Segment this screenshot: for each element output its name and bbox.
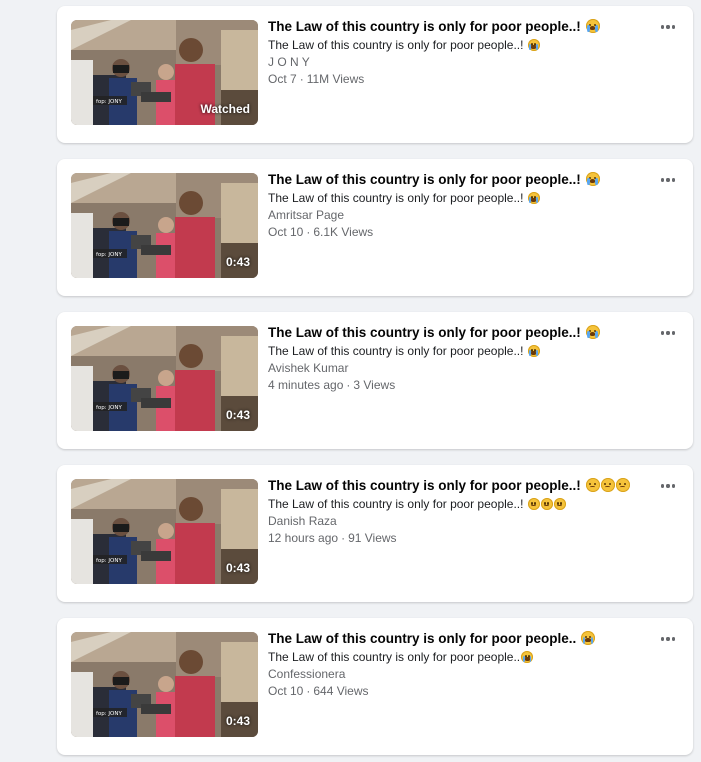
video-thumbnail[interactable]: fop: JONY 0:43: [71, 632, 258, 737]
video-meta: 12 hours ago · 91 Views: [268, 531, 397, 545]
video-description: The Law of this country is only for poor…: [268, 649, 653, 666]
video-description: The Law of this country is only for poor…: [268, 190, 653, 207]
video-author[interactable]: Avishek Kumar: [268, 360, 653, 377]
video-card[interactable]: fop: JONY 0:43 The Law of this country i…: [57, 465, 693, 602]
duration-badge: 0:43: [225, 255, 250, 269]
video-title[interactable]: The Law of this country is only for poor…: [268, 324, 653, 342]
video-date: 4 minutes ago: [268, 378, 344, 392]
video-date: Oct 7: [268, 72, 297, 86]
thumbnail-caption: fop: JONY: [96, 405, 122, 411]
video-title[interactable]: The Law of this country is only for poor…: [268, 477, 653, 495]
loudly-crying-face-icon: [521, 651, 534, 663]
video-info: The Law of this country is only for poor…: [268, 630, 653, 700]
duration-badge: 0:43: [225, 408, 250, 422]
video-description: The Law of this country is only for poor…: [268, 496, 653, 513]
video-views: 3 Views: [353, 378, 396, 392]
video-info: The Law of this country is only for poor…: [268, 18, 653, 88]
video-views: 91 Views: [348, 531, 397, 545]
video-info: The Law of this country is only for poor…: [268, 324, 653, 394]
video-info: The Law of this country is only for poor…: [268, 171, 653, 241]
more-options-icon[interactable]: [657, 475, 679, 497]
video-author[interactable]: Amritsar Page: [268, 207, 653, 224]
video-views: 11M Views: [306, 72, 365, 86]
thumbnail-caption: fop: JONY: [96, 558, 122, 564]
loudly-crying-face-icon: [527, 345, 540, 357]
video-author[interactable]: J O N Y: [268, 54, 653, 71]
loudly-crying-face-icon: [585, 325, 600, 339]
loudly-crying-face-icon: [581, 631, 596, 645]
video-description: The Law of this country is only for poor…: [268, 343, 653, 360]
more-options-icon[interactable]: [657, 169, 679, 191]
sad-face-icon: [540, 498, 553, 510]
more-options-icon[interactable]: [657, 322, 679, 344]
video-title[interactable]: The Law of this country is only for poor…: [268, 171, 653, 189]
thumbnail-caption: fop: JONY: [96, 711, 122, 717]
thumbnail-caption: fop: JONY: [96, 252, 122, 258]
video-views: 644 Views: [313, 684, 369, 698]
sad-face-icon: [600, 478, 615, 492]
loudly-crying-face-icon: [585, 172, 600, 186]
video-title[interactable]: The Law of this country is only for poor…: [268, 630, 653, 648]
video-description: The Law of this country is only for poor…: [268, 37, 653, 54]
video-card[interactable]: fop: JONY Watched The Law of this countr…: [57, 6, 693, 143]
video-thumbnail[interactable]: fop: JONY Watched: [71, 20, 258, 125]
video-views: 6.1K Views: [313, 225, 374, 239]
thumbnail-caption: fop: JONY: [96, 99, 122, 105]
video-date: Oct 10: [268, 684, 304, 698]
duration-badge: 0:43: [225, 714, 250, 728]
watched-badge: Watched: [200, 102, 250, 116]
loudly-crying-face-icon: [585, 19, 600, 33]
sad-face-icon: [527, 498, 540, 510]
video-results-feed: fop: JONY Watched The Law of this countr…: [0, 0, 701, 762]
loudly-crying-face-icon: [527, 39, 540, 51]
video-author[interactable]: Danish Raza: [268, 513, 653, 530]
video-date: 12 hours ago: [268, 531, 339, 545]
video-card[interactable]: fop: JONY 0:43 The Law of this country i…: [57, 312, 693, 449]
sad-face-icon: [585, 478, 600, 492]
sad-face-icon: [615, 478, 630, 492]
video-card[interactable]: fop: JONY 0:43 The Law of this country i…: [57, 159, 693, 296]
video-card[interactable]: fop: JONY 0:43 The Law of this country i…: [57, 618, 693, 755]
video-meta: Oct 7 · 11M Views: [268, 72, 365, 86]
video-meta: 4 minutes ago · 3 Views: [268, 378, 396, 392]
video-date: Oct 10: [268, 225, 304, 239]
video-meta: Oct 10 · 6.1K Views: [268, 225, 374, 239]
more-options-icon[interactable]: [657, 16, 679, 38]
video-thumbnail[interactable]: fop: JONY 0:43: [71, 173, 258, 278]
video-info: The Law of this country is only for poor…: [268, 477, 653, 547]
video-title[interactable]: The Law of this country is only for poor…: [268, 18, 653, 36]
more-options-icon[interactable]: [657, 628, 679, 650]
sad-face-icon: [553, 498, 566, 510]
video-thumbnail[interactable]: fop: JONY 0:43: [71, 479, 258, 584]
video-thumbnail[interactable]: fop: JONY 0:43: [71, 326, 258, 431]
video-meta: Oct 10 · 644 Views: [268, 684, 369, 698]
video-author[interactable]: Confessionera: [268, 666, 653, 683]
loudly-crying-face-icon: [527, 192, 540, 204]
duration-badge: 0:43: [225, 561, 250, 575]
